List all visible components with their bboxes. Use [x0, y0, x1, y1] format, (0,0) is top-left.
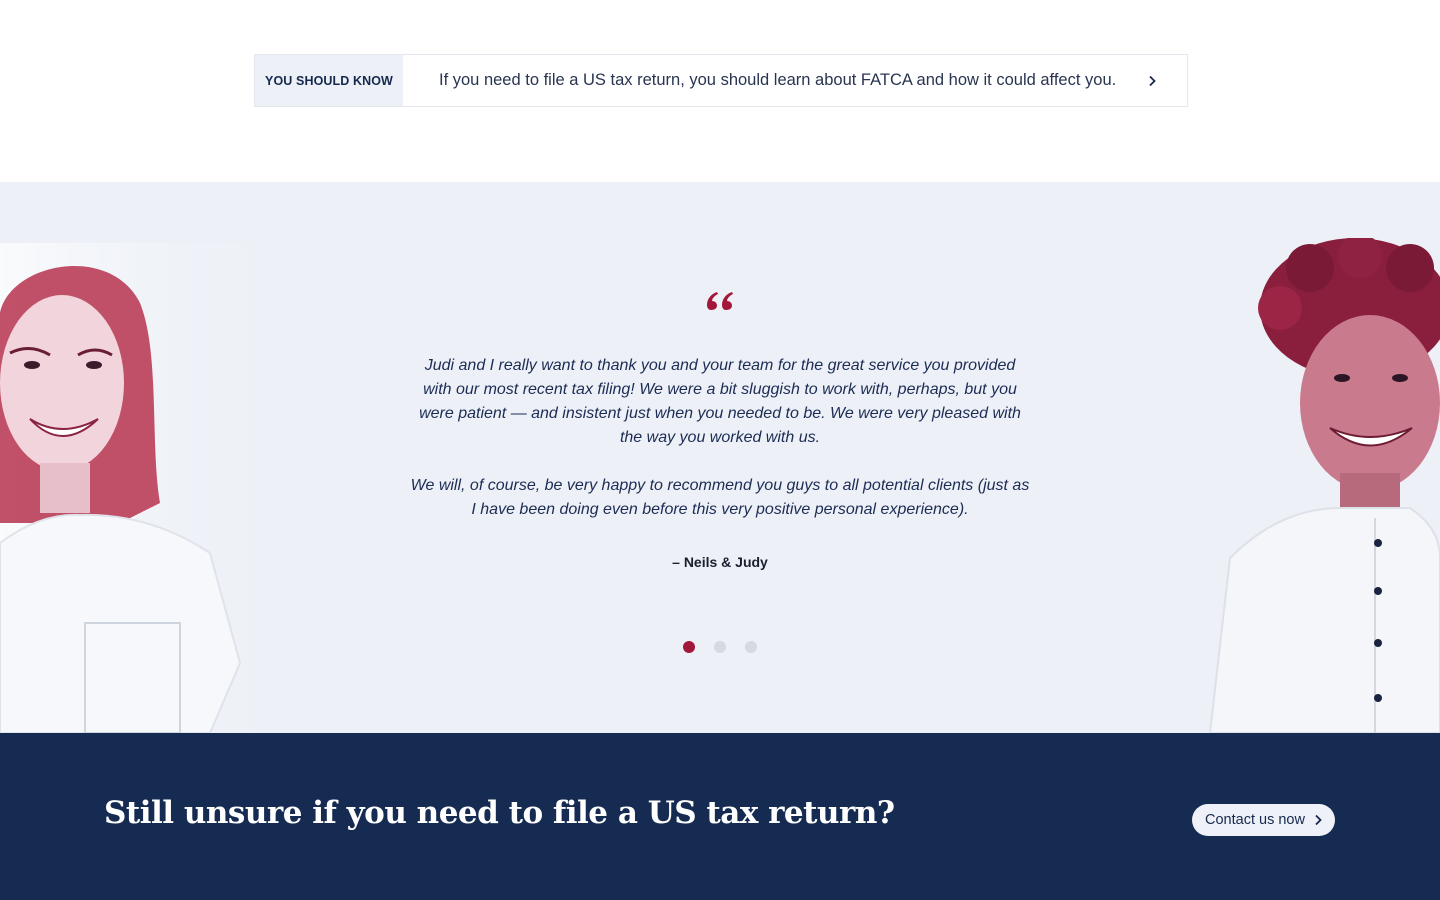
- cta-section: Still unsure if you need to file a US ta…: [0, 733, 1440, 900]
- carousel-dot-3[interactable]: [745, 641, 757, 653]
- quote-icon: [0, 290, 1440, 330]
- testimonial-author: – Neils & Judy: [672, 554, 768, 570]
- testimonial-quote: Judi and I really want to thank you and …: [410, 354, 1030, 522]
- notice-tag: You should know: [255, 55, 403, 106]
- fatca-notice-banner[interactable]: You should know If you need to file a US…: [254, 54, 1188, 107]
- testimonial-section: Judi and I really want to thank you and …: [0, 182, 1440, 733]
- contact-us-label: Contact us now: [1205, 812, 1305, 828]
- contact-us-button[interactable]: Contact us now: [1192, 804, 1335, 836]
- carousel-dot-1[interactable]: [683, 641, 695, 653]
- cta-title: Still unsure if you need to file a US ta…: [104, 795, 895, 831]
- carousel-dot-2[interactable]: [714, 641, 726, 653]
- testimonial-paragraph: Judi and I really want to thank you and …: [419, 357, 1021, 446]
- carousel-pagination: [0, 641, 1440, 653]
- testimonial-paragraph: We will, of course, be very happy to rec…: [410, 477, 1030, 518]
- chevron-right-icon: [1315, 814, 1322, 826]
- chevron-right-icon[interactable]: [1117, 75, 1187, 87]
- notice-text[interactable]: If you need to file a US tax return, you…: [403, 71, 1117, 90]
